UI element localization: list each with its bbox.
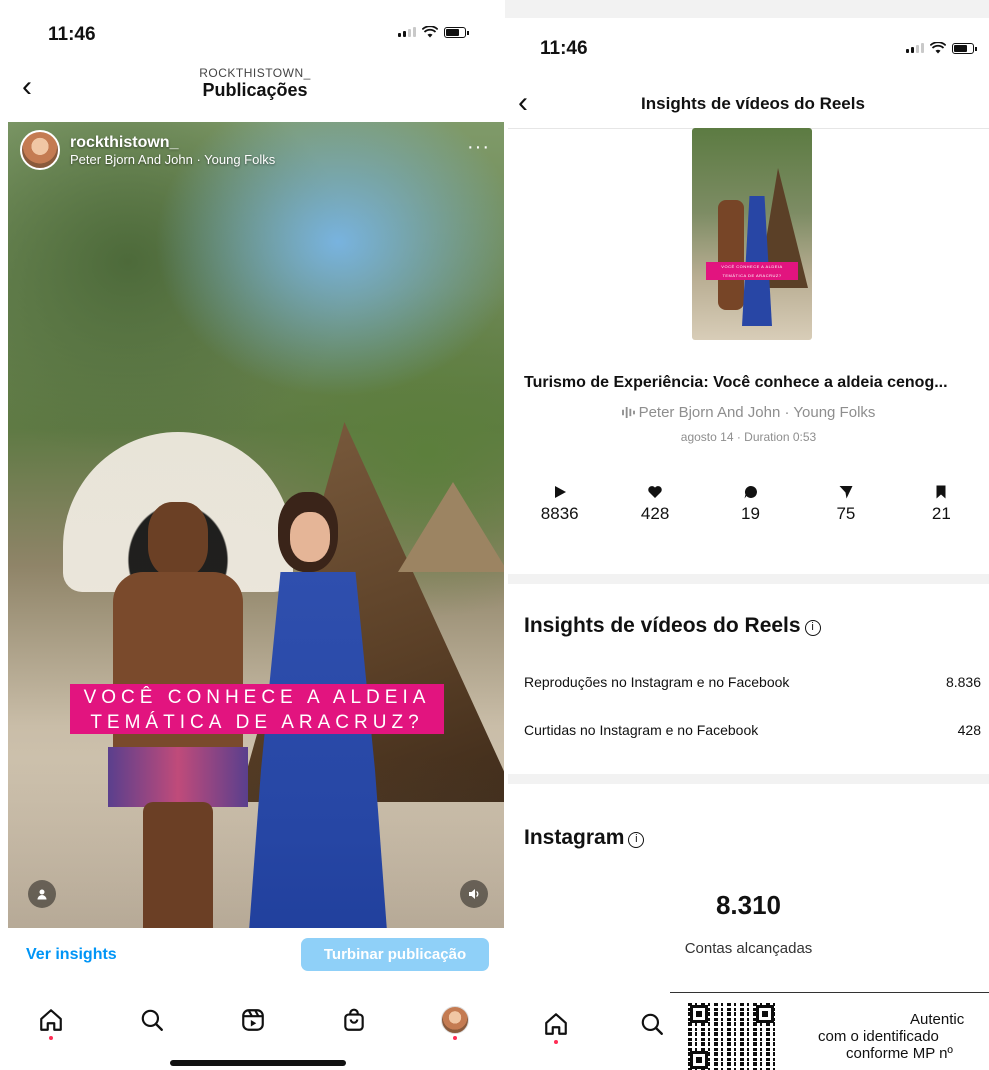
section-title-reels-insights: Insights de vídeos do Reels i [524,614,821,638]
accounts-reached-value: 8.310 [715,890,782,920]
heart-icon [648,486,662,498]
tab-home[interactable] [31,1000,71,1040]
stat-value: 21 [931,504,951,523]
watermark-line-1: Autentic [910,1011,965,1028]
volume-icon[interactable] [460,880,488,908]
nav-header: ROCKTHISTOWN_ Publicações [100,66,410,101]
signal-icon [906,43,924,53]
post-header[interactable]: rockthistown_ Peter Bjorn And John · You… [20,130,275,170]
nav-subtitle: ROCKTHISTOWN_ [199,66,311,80]
authentication-watermark: Autentic com o identificado conforme MP … [670,992,989,1070]
caption-overlay: VOCÊ CONHECE A ALDEIA TEMÁTICA DE ARACRU… [70,684,444,734]
stat-value: 8836 [540,504,579,523]
post-screen: 11:46 ‹ ROCKTHISTOWN_ Publicações rockth… [0,0,505,1070]
metric-row-likes: Curtidas no Instagram e no Facebook 428 [524,722,981,738]
home-indicator [170,1060,346,1066]
back-icon[interactable]: ‹ [518,88,528,118]
watermark-text: Autentic com o identificado conforme MP … [818,1011,964,1062]
stat-likes: 428 [607,484,702,524]
hut-small-shape [398,482,504,572]
notification-dot [48,1036,53,1040]
notification-dot [452,1036,457,1040]
wifi-icon [422,26,438,38]
metric-label: Reproduções no Instagram e no Facebook [524,674,790,690]
comment-icon [744,485,757,499]
tagged-user-icon[interactable] [28,880,56,908]
audio-wave-icon [621,407,635,418]
status-bar: 11:46 [0,20,505,60]
more-options-icon[interactable]: ··· [467,136,490,159]
stat-value: 428 [640,504,670,523]
bookmark-icon [936,485,946,499]
stat-plays: 8836 [512,484,607,524]
accounts-reached-label: Contas alcançadas [684,940,813,957]
back-icon[interactable]: ‹ [22,72,32,102]
bottom-tab-bar [0,990,505,1050]
search-icon [641,1013,664,1035]
home-icon [39,1009,62,1031]
home-icon [545,1013,567,1035]
metric-row-plays: Reproduções no Instagram e no Facebook 8… [524,674,981,690]
stat-value: 75 [836,504,856,523]
metric-label: Curtidas no Instagram e no Facebook [524,722,759,738]
tab-reels[interactable] [233,1000,273,1040]
status-time: 11:46 [48,24,96,45]
stat-shares: 75 [798,484,893,524]
caption-line-2: TEMÁTICA DE ARACRUZ? [90,712,424,733]
share-icon [839,486,853,499]
info-icon[interactable]: i [628,832,645,848]
stat-comments: 19 [703,484,798,524]
nav-title: Publicações [202,80,308,100]
reel-title: Turismo de Experiência: Você conhece a a… [524,374,948,391]
battery-icon [952,42,977,54]
status-time: 11:46 [540,38,588,59]
avatar[interactable] [20,130,60,170]
wifi-icon [930,42,946,54]
tab-search[interactable] [132,1000,172,1040]
tab-home[interactable] [536,1004,576,1044]
search-icon [141,1009,163,1031]
screenshot-gap [505,0,989,18]
reel-post[interactable]: rockthistown_ Peter Bjorn And John · You… [8,122,504,928]
reels-icon [241,1009,264,1031]
metric-value: 428 [957,722,981,738]
status-bar: 11:46 [508,32,989,72]
nav-title: Insights de vídeos do Reels [641,94,865,113]
reel-music: Peter Bjorn And John · Young Folks [508,404,989,421]
battery-icon [444,26,469,38]
section-divider [508,774,989,784]
play-icon [554,486,566,498]
profile-avatar [440,1006,469,1034]
status-icons [398,26,469,38]
stats-row: 8836 428 19 75 21 [512,484,989,524]
section-title-instagram: Instagram i [524,826,645,850]
tab-profile[interactable] [435,1000,475,1040]
signal-icon [398,27,416,37]
section-divider [508,574,989,584]
shop-icon [343,1008,364,1031]
view-insights-link[interactable]: Ver insights [26,946,117,964]
tab-shop[interactable] [334,1000,374,1040]
post-username[interactable]: rockthistown_ [70,134,275,152]
insights-screen: 11:46 ‹ Insights de vídeos do Reels VOCÊ… [508,18,989,1070]
tab-search[interactable] [632,1004,672,1044]
post-actions: Ver insights Turbinar publicação [0,936,505,976]
stat-value: 19 [741,504,760,523]
qr-code [688,1003,776,1070]
metric-value: 8.836 [945,674,981,690]
boost-post-button[interactable]: Turbinar publicação [301,938,489,971]
watermark-line-2: com o identificado [818,1028,939,1045]
watermark-line-3: conforme MP nº [846,1045,953,1062]
notification-dot [554,1040,559,1044]
caption-line-1: VOCÊ CONHECE A ALDEIA [83,687,431,708]
thumbnail-caption: VOCÊ CONHECE A ALDEIA TEMÁTICA DE ARACRU… [706,262,798,280]
reel-music-text: Peter Bjorn And John · Young Folks [638,404,876,421]
status-icons [906,42,977,54]
reel-date: agosto 14 · Duration 0:53 [680,430,817,444]
info-icon[interactable]: i [804,620,821,636]
post-music[interactable]: Peter Bjorn And John · Young Folks [70,152,275,167]
reel-thumbnail[interactable]: VOCÊ CONHECE A ALDEIA TEMÁTICA DE ARACRU… [692,128,812,340]
stat-saves: 21 [894,484,989,524]
